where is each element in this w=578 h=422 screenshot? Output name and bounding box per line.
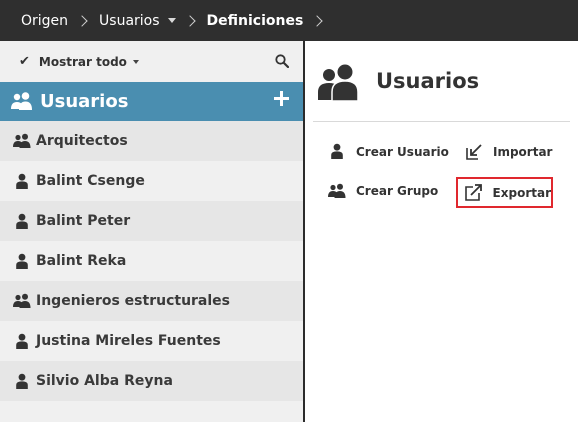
show-all-dropdown[interactable]: Mostrar todo: [39, 55, 127, 69]
list-item-label: Justina Mireles Fuentes: [36, 333, 221, 349]
breadcrumb-usuarios[interactable]: Usuarios: [99, 13, 160, 29]
export-icon: [463, 184, 485, 201]
create-user-button[interactable]: Crear Usuario: [326, 143, 449, 160]
user-icon: [12, 253, 32, 270]
user-icon: [12, 373, 32, 390]
users-icon: [12, 133, 32, 149]
export-button[interactable]: Exportar: [456, 177, 553, 208]
breadcrumb: Origen Usuarios Definiciones: [0, 0, 578, 41]
export-label: Exportar: [492, 185, 551, 200]
search-icon[interactable]: [275, 54, 289, 68]
list-header: Usuarios: [0, 82, 303, 121]
list-item[interactable]: Ingenieros estructurales: [0, 281, 303, 321]
chevron-right-icon: [311, 14, 323, 27]
users-icon: [318, 64, 359, 102]
users-icon: [11, 91, 32, 110]
user-list-panel: ✔ Mostrar todo Usuarios Arquitectos Bali…: [0, 41, 303, 422]
chevron-right-icon: [183, 14, 196, 27]
list-item[interactable]: Balint Reka: [0, 241, 303, 281]
plus-icon[interactable]: [274, 91, 289, 106]
user-icon: [12, 213, 32, 230]
list-item-label: Arquitectos: [36, 133, 128, 149]
divider-line: [313, 121, 570, 122]
list-item[interactable]: Justina Mireles Fuentes: [0, 321, 303, 361]
panel-title: Usuarios: [376, 69, 480, 93]
create-group-label: Crear Grupo: [356, 184, 439, 198]
list-item[interactable]: Silvio Alba Reyna: [0, 361, 303, 401]
list-item[interactable]: Arquitectos: [0, 121, 303, 161]
caret-down-icon[interactable]: [132, 59, 139, 64]
checkmark-icon: ✔: [19, 54, 30, 69]
list-item-label: Balint Csenge: [36, 173, 145, 189]
list-item-label: Silvio Alba Reyna: [36, 373, 173, 389]
breadcrumb-definiciones[interactable]: Definiciones: [207, 13, 304, 29]
list-item[interactable]: Balint Csenge: [0, 161, 303, 201]
users-icon: [326, 183, 348, 199]
user-icon: [12, 333, 32, 350]
list-item[interactable]: Balint Peter: [0, 201, 303, 241]
import-icon: [463, 143, 485, 160]
list-item-label: Balint Peter: [36, 213, 131, 229]
create-user-label: Crear Usuario: [356, 144, 449, 159]
users-icon: [12, 293, 32, 309]
filter-bar: ✔ Mostrar todo: [0, 41, 303, 82]
import-label: Importar: [493, 144, 553, 159]
import-button[interactable]: Importar: [463, 143, 552, 160]
details-panel: Usuarios Crear Usuario Importar Crear Gr…: [305, 41, 578, 422]
list-header-title: Usuarios: [40, 91, 129, 112]
chevron-right-icon: [76, 14, 88, 27]
user-icon: [326, 143, 348, 160]
breadcrumb-origen[interactable]: Origen: [21, 13, 68, 29]
create-group-button[interactable]: Crear Grupo: [326, 183, 438, 199]
list-item-label: Ingenieros estructurales: [36, 293, 231, 309]
list-item-label: Balint Reka: [36, 253, 127, 269]
user-icon: [12, 173, 32, 190]
caret-down-icon[interactable]: [167, 18, 176, 23]
